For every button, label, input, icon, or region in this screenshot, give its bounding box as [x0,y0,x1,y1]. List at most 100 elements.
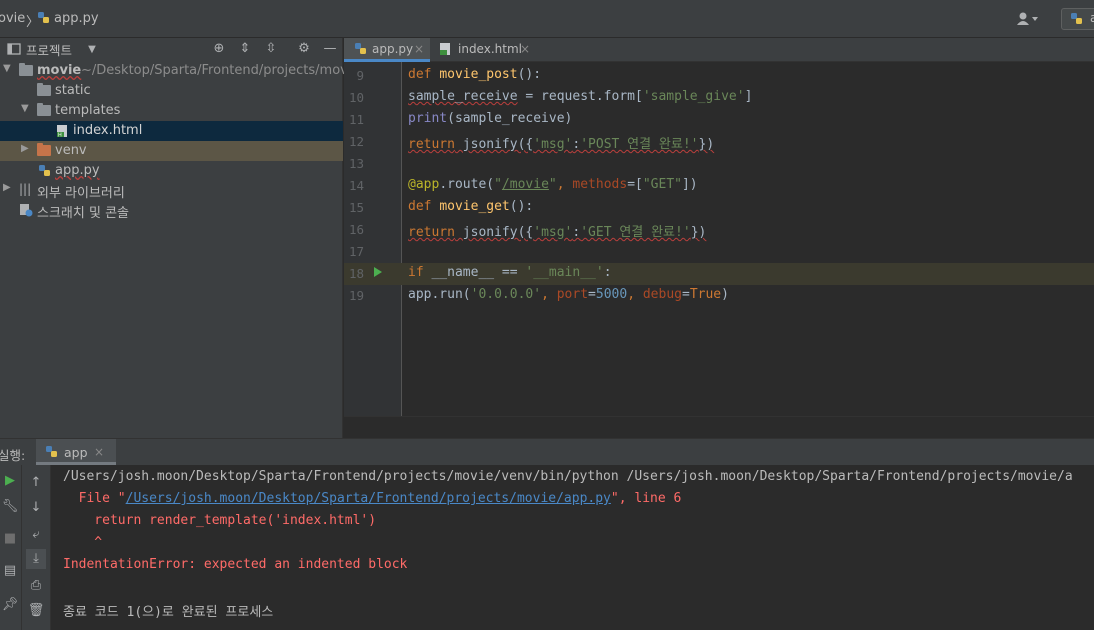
code-token: movie_post [439,67,518,82]
code-token: def [408,67,432,82]
run-toolbar-primary: ▶ 🔧︎ ■ ▤ 📌︎ [0,465,22,630]
close-icon[interactable]: × [520,42,530,56]
code-line[interactable]: 15 def movie_get(): [344,197,1094,219]
chevron-right-icon[interactable]: ▶ [21,143,29,154]
rerun-icon[interactable]: ▶ [0,471,20,491]
run-tab-app[interactable]: app × [36,439,116,465]
code-token: , [541,287,557,302]
python-file-icon [37,11,51,29]
code-token: @app [408,177,440,192]
code-token: , [627,287,643,302]
tree-item-label: 스크래치 및 콘솔 [37,206,129,221]
tree-item-venv[interactable]: ▶ venv [0,141,343,161]
tree-item-label: templates [55,103,121,118]
tree-item-label: movie [37,63,82,78]
minimize-icon[interactable]: — [322,41,338,57]
code-token: 'sample_give' [642,89,745,104]
code-line[interactable]: 12 return jsonify({'msg':'POST 연결 완료!'}) [344,131,1094,153]
run-tab-label: app [64,445,88,460]
code-line[interactable]: 13 [344,153,1094,175]
code-editor[interactable]: app.py × index.html × 9 def movie_post()… [344,38,1094,454]
console-text: ", line 6 [610,491,682,506]
chevron-down-icon[interactable]: ▼ [84,42,100,58]
tree-item-label: index.html [73,123,143,138]
tree-item-app-py[interactable]: app.py [0,161,343,181]
locate-icon[interactable]: ⊕ [211,41,227,57]
stop-icon[interactable]: ■ [0,529,20,549]
code-token: " [494,177,502,192]
expand-icon[interactable]: ⇕ [237,41,253,57]
scroll-end-icon[interactable]: ⤓ [26,549,46,569]
tab-app-py[interactable]: app.py × [344,38,430,62]
wrap-icon[interactable]: ⤶ [26,525,46,545]
console-file-link[interactable]: /Users/josh.moon/Desktop/Sparta/Frontend… [126,491,611,506]
project-tool-window: 프로젝트 ▼ ⊕ ⇕ ⇳ ⚙ — ▼ movie ~/Desktop/Spart… [0,38,359,438]
svg-text:H: H [58,133,62,139]
layout-icon[interactable]: ▤ [0,561,20,581]
python-file-icon [46,446,57,457]
down-arrow-icon[interactable]: ↓ [26,498,46,518]
console-traceback-code: return render_template('index.html') [63,513,377,528]
pin-icon[interactable]: 📌︎ [0,595,20,615]
print-icon[interactable]: ⎙ [26,576,46,596]
trash-icon[interactable]: 🗑︎ [26,601,46,621]
up-arrow-icon[interactable]: ↑ [26,473,46,493]
code-token: return [408,225,455,240]
tree-item-index-html[interactable]: H index.html [0,121,343,141]
code-line[interactable]: 16 return jsonify({'msg':'GET 연결 완료!'}) [344,219,1094,241]
line-number: 11 [348,112,364,127]
console-command-line: /Users/josh.moon/Desktop/Sparta/Frontend… [63,469,1073,484]
folder-icon [37,103,51,116]
code-token: return [408,137,455,152]
tree-item-path: ~/Desktop/Sparta/Frontend/projects/movie [81,63,360,78]
close-icon[interactable]: × [414,42,424,56]
code-token: }) [698,137,715,152]
project-panel-title[interactable]: 프로젝트 [26,40,72,59]
tree-item-templates[interactable]: ▼ templates [0,101,343,121]
chevron-down-icon[interactable]: ▼ [3,63,11,74]
code-line[interactable]: 9 def movie_post(): [344,65,1094,87]
code-token: = request.form[ [517,89,643,104]
code-token: if [408,265,424,280]
code-token: True [689,287,722,302]
code-token: '0.0.0.0' [470,287,542,302]
run-config-label: a [1090,11,1094,25]
code-token: sample_receive [408,89,518,104]
gear-icon[interactable]: ⚙ [296,41,312,57]
chevron-down-icon[interactable]: ▼ [21,103,29,114]
tree-item-movie[interactable]: ▼ movie ~/Desktop/Sparta/Frontend/projec… [0,61,359,81]
library-icon: ||| [19,182,32,196]
code-token: = [588,287,596,302]
tree-item-scratches[interactable]: 스크래치 및 콘솔 [0,200,343,221]
close-icon[interactable]: × [94,445,104,459]
folder-icon [37,143,51,156]
breadcrumb-file[interactable]: app.py [54,11,99,26]
folder-icon [37,83,51,96]
run-icon[interactable] [374,267,382,277]
run-tool-window: 실행: app × ▶ 🔧︎ ■ ▤ 📌︎ ↑ ↓ ⤶ ⤓ ⎙ 🗑︎ /User… [0,438,1094,630]
tree-item-static[interactable]: static [0,81,343,101]
chevron-right-icon[interactable]: ▶ [3,182,11,193]
code-token: .run( [431,287,471,302]
code-line[interactable]: 14 @app.route("/movie", methods=["GET"]) [344,175,1094,197]
code-token: =[ [627,177,643,192]
python-file-icon [1071,13,1082,24]
collapse-icon[interactable]: ⇳ [263,41,279,57]
code-line[interactable]: 17 [344,241,1094,263]
code-token: /movie [501,177,549,192]
user-icon[interactable] [1015,10,1045,28]
code-line[interactable]: 10 sample_receive = request.form['sample… [344,87,1094,109]
run-configuration-selector[interactable]: a [1061,8,1094,30]
tab-index-html[interactable]: index.html × [430,38,530,62]
breadcrumb-project[interactable]: ovie [0,11,25,26]
code-token: "GET" [642,177,682,192]
run-toolbar-secondary: ↑ ↓ ⤶ ⤓ ⎙ 🗑︎ [22,465,51,630]
tree-item-external-libraries[interactable]: ▶ ||| 외부 라이브러리 [0,180,343,201]
code-token: ]) [681,177,698,192]
code-line-current[interactable]: 18 if __name__ == '__main__': [344,263,1094,285]
code-token: .route( [439,177,495,192]
wrench-icon[interactable]: 🔧︎ [0,497,20,517]
tree-item-label: static [55,83,91,98]
code-line[interactable]: 11 print(sample_receive) [344,109,1094,131]
code-line[interactable]: 19 app.run('0.0.0.0', port=5000, debug=T… [344,285,1094,307]
